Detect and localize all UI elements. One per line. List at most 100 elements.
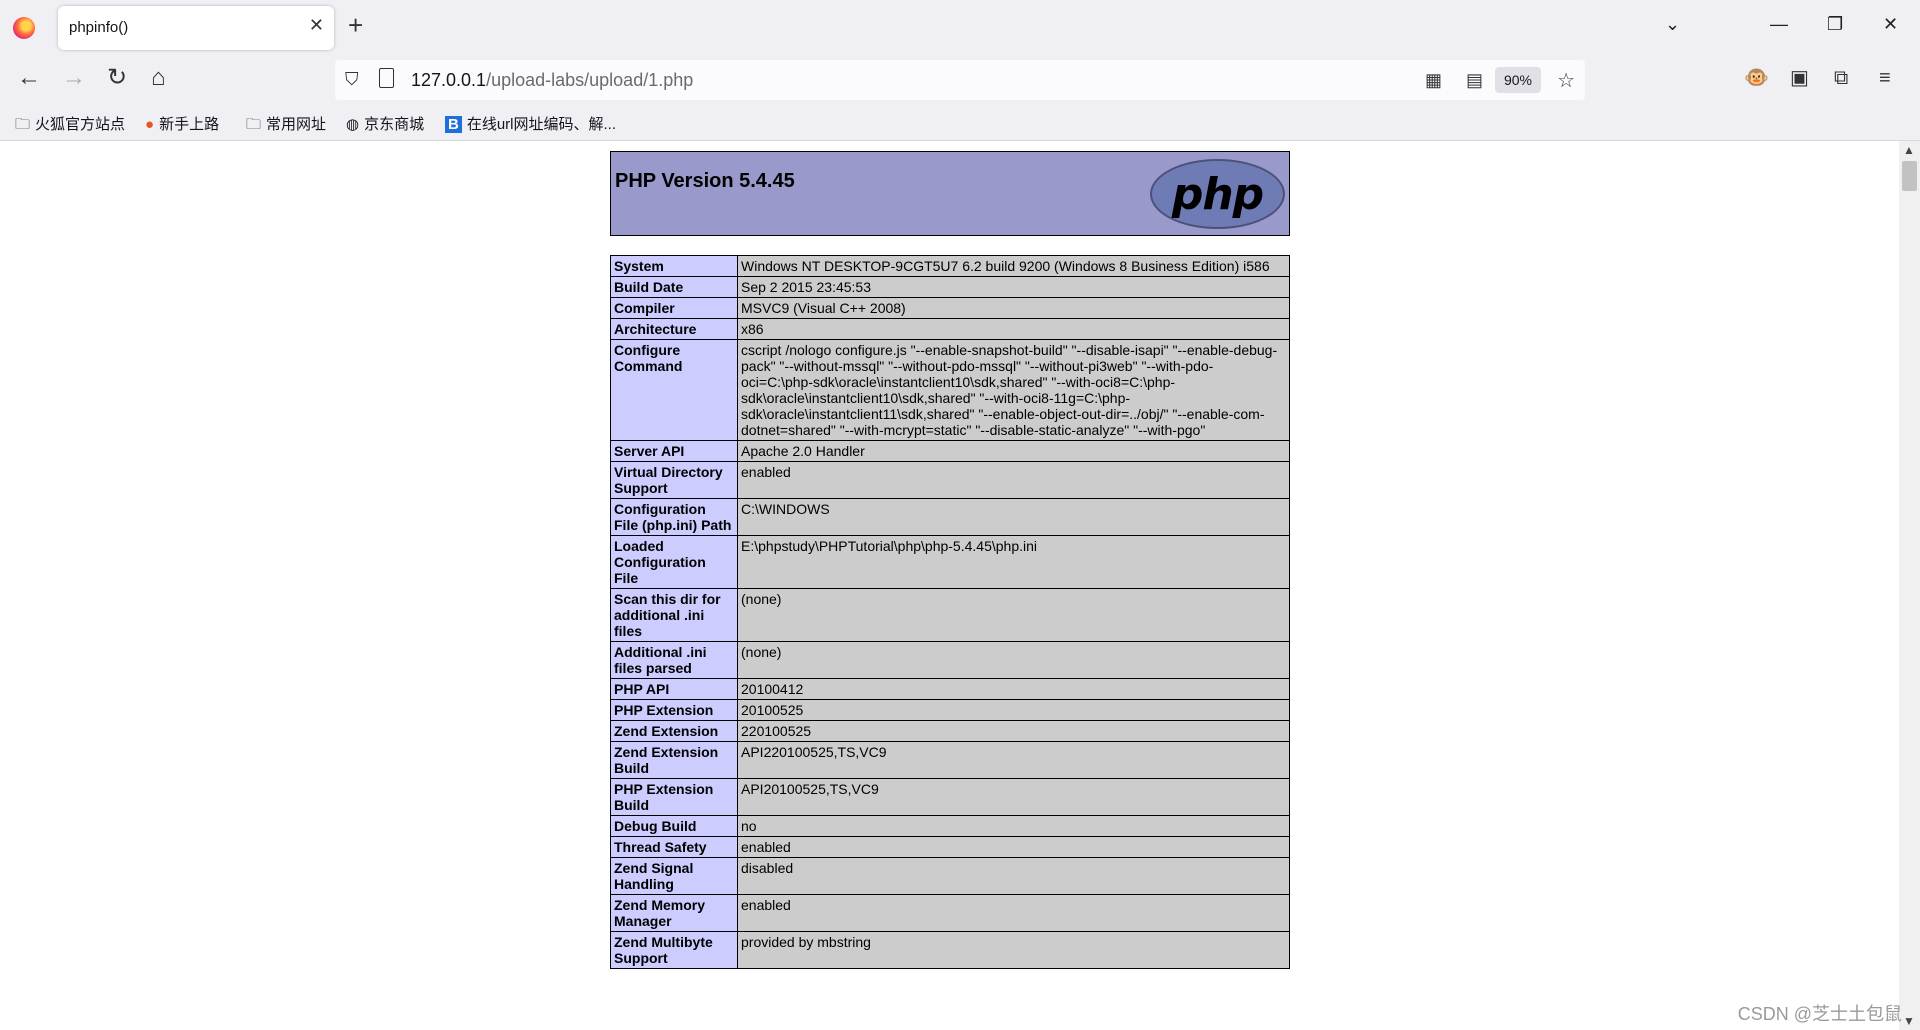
row-value: E:\phpstudy\PHPTutorial\php\php-5.4.45\p… <box>737 535 1290 589</box>
nav-bar: ← → ↻ ⌂ ⛉ 127.0.0.1/upload-labs/upload/1… <box>0 56 1920 104</box>
reader-view-icon[interactable]: ▤ <box>1466 70 1483 91</box>
bookmark-item[interactable]: ◍ 京东商城 <box>346 113 424 134</box>
row-value: disabled <box>737 857 1290 895</box>
folder-icon: 🗀 <box>246 116 262 133</box>
scrollbar[interactable]: ▲ ▼ <box>1899 141 1920 1030</box>
minimize-button[interactable]: — <box>1770 14 1788 35</box>
row-value: enabled <box>737 894 1290 932</box>
forward-icon[interactable]: → <box>62 66 86 90</box>
bookmark-item[interactable]: B 在线url网址编码、解... <box>445 113 616 134</box>
firefox-icon: ● <box>145 116 155 133</box>
url-path: /upload-labs/upload/1.php <box>486 70 694 90</box>
url-text[interactable]: 127.0.0.1/upload-labs/upload/1.php <box>411 70 693 91</box>
folder-icon: 🗀 <box>15 116 31 133</box>
row-value: API220100525,TS,VC9 <box>737 741 1290 779</box>
shield-icon[interactable]: ⛉ <box>345 69 359 90</box>
row-label: Additional .ini files parsed <box>610 641 738 679</box>
row-value: cscript /nologo configure.js "--enable-s… <box>737 339 1290 441</box>
row-label: Loaded Configuration File <box>610 535 738 589</box>
row-value: API20100525,TS,VC9 <box>737 778 1290 816</box>
row-value: enabled <box>737 461 1290 499</box>
zoom-level-button[interactable]: 90% <box>1495 67 1541 93</box>
row-value: 220100525 <box>737 720 1290 742</box>
bookmark-label: 京东商城 <box>364 116 425 133</box>
bookmark-label: 火狐官方站点 <box>35 116 126 133</box>
scroll-down-arrow-icon[interactable]: ▼ <box>1903 1014 1915 1028</box>
bookmark-item[interactable]: 🗀 火狐官方站点 <box>15 113 125 139</box>
row-label: PHP Extension Build <box>610 778 738 816</box>
row-label: Debug Build <box>610 815 738 837</box>
star-icon[interactable]: ☆ <box>1557 68 1575 93</box>
menu-icon[interactable]: ≡ <box>1879 68 1891 88</box>
new-tab-button[interactable]: + <box>348 12 363 38</box>
row-label: Virtual Directory Support <box>610 461 738 499</box>
table-row: Server API Apache 2.0 Handler <box>610 440 1290 462</box>
php-header: PHP Version 5.4.45 php <box>610 151 1290 236</box>
tab-active[interactable]: phpinfo() ✕ <box>58 6 334 50</box>
firefox-icon <box>13 17 35 39</box>
extension-mask-icon[interactable]: ▣ <box>1790 68 1809 88</box>
row-label: Build Date <box>610 276 738 298</box>
table-row: PHP API 20100412 <box>610 678 1290 700</box>
scrollbar-thumb[interactable] <box>1902 161 1917 191</box>
qr-code-icon[interactable]: ▦ <box>1425 70 1442 91</box>
table-row: PHP Extension Build API20100525,TS,VC9 <box>610 778 1290 816</box>
table-row: Zend Signal Handling disabled <box>610 857 1290 895</box>
row-value: no <box>737 815 1290 837</box>
table-row: Zend Multibyte Support provided by mbstri… <box>610 931 1290 969</box>
table-row: Debug Build no <box>610 815 1290 837</box>
b-icon: B <box>445 116 462 133</box>
row-value: 20100412 <box>737 678 1290 700</box>
row-value: enabled <box>737 836 1290 858</box>
bookmark-label: 新手上路 <box>159 116 220 133</box>
scroll-up-arrow-icon[interactable]: ▲ <box>1903 143 1915 157</box>
row-label: PHP Extension <box>610 699 738 721</box>
home-icon[interactable]: ⌂ <box>151 66 166 90</box>
row-label: Server API <box>610 440 738 462</box>
row-label: Compiler <box>610 297 738 319</box>
row-value: Windows NT DESKTOP-9CGT5U7 6.2 build 920… <box>737 255 1290 277</box>
php-logo[interactable]: php <box>1150 159 1285 229</box>
row-value: provided by mbstring <box>737 931 1290 969</box>
row-label: Thread Safety <box>610 836 738 858</box>
row-value: 20100525 <box>737 699 1290 721</box>
table-row: Compiler MSVC9 (Visual C++ 2008) <box>610 297 1290 319</box>
php-logo-text: php <box>1171 169 1264 220</box>
row-label: Configure Command <box>610 339 738 441</box>
row-label: Zend Multibyte Support <box>610 931 738 969</box>
bookmark-label: 常用网址 <box>266 116 327 133</box>
table-row: Zend Extension Build API220100525,TS,VC9 <box>610 741 1290 779</box>
page-viewport: PHP Version 5.4.45 php System Windows NT … <box>0 141 1899 1030</box>
bookmark-item[interactable]: ● 新手上路 <box>145 113 219 134</box>
row-value: C:\WINDOWS <box>737 498 1290 536</box>
url-bar[interactable]: ⛉ 127.0.0.1/upload-labs/upload/1.php ▦ ▤… <box>335 60 1585 100</box>
url-host: 127.0.0.1 <box>411 70 487 90</box>
bookmark-label: 在线url网址编码、解... <box>466 116 617 133</box>
tab-list-chevron-icon[interactable]: ⌄ <box>1665 14 1680 35</box>
row-value: x86 <box>737 318 1290 340</box>
row-label: Configuration File (php.ini) Path <box>610 498 738 536</box>
tab-bar: phpinfo() ✕ + ⌄ — ❐ ✕ <box>0 0 1920 56</box>
table-row: Configuration File (php.ini) Path C:\WIND… <box>610 498 1290 536</box>
php-version-title: PHP Version 5.4.45 <box>615 170 795 192</box>
table-row: System Windows NT DESKTOP-9CGT5U7 6.2 bui… <box>610 255 1290 277</box>
close-window-button[interactable]: ✕ <box>1883 14 1898 35</box>
table-row: Zend Memory Manager enabled <box>610 894 1290 932</box>
watermark: CSDN @芝士土包鼠 <box>1737 1004 1902 1024</box>
extension-monkey-icon[interactable]: 🐵 <box>1744 68 1769 88</box>
close-icon[interactable]: ✕ <box>309 15 324 36</box>
back-icon[interactable]: ← <box>17 66 41 90</box>
table-row: Virtual Directory Support enabled <box>610 461 1290 499</box>
row-label: Scan this dir for additional .ini files <box>610 588 738 642</box>
table-row: PHP Extension 20100525 <box>610 699 1290 721</box>
restore-button[interactable]: ❐ <box>1827 14 1843 35</box>
row-value: Apache 2.0 Handler <box>737 440 1290 462</box>
table-row: Additional .ini files parsed (none) <box>610 641 1290 679</box>
extensions-puzzle-icon[interactable]: ⧉ <box>1834 68 1848 88</box>
table-row: Zend Extension 220100525 <box>610 720 1290 742</box>
bookmark-item[interactable]: 🗀 常用网址 <box>246 113 326 139</box>
reload-icon[interactable]: ↻ <box>107 66 127 90</box>
row-value: (none) <box>737 588 1290 642</box>
tab-title: phpinfo() <box>69 19 129 36</box>
table-row: Loaded Configuration File E:\phpstudy\PHP… <box>610 535 1290 589</box>
